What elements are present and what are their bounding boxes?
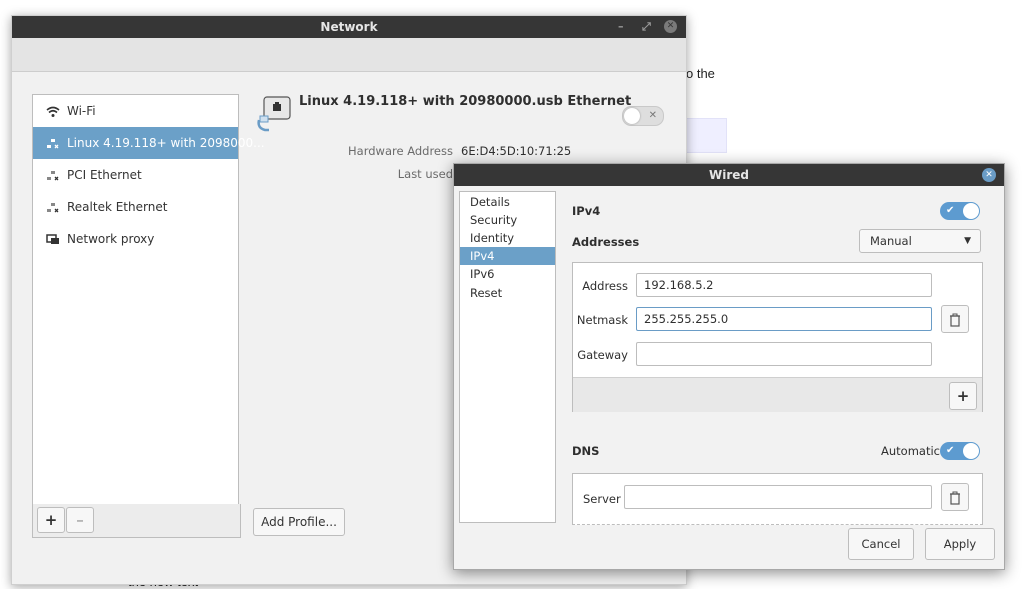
trash-icon [950, 313, 960, 327]
network-proxy-icon [45, 223, 61, 255]
sidebar-item-label: PCI Ethernet [67, 168, 142, 182]
netmask-label: Netmask [576, 313, 628, 327]
ethernet-device-icon [255, 94, 295, 134]
chevron-down-icon: ▼ [964, 236, 971, 246]
toggle-knob [963, 203, 979, 219]
sidebar-item-label: Network proxy [67, 232, 155, 246]
addresses-label: Addresses [572, 235, 640, 249]
window-title: Network [320, 20, 378, 34]
dns-panel: Server [572, 473, 983, 525]
address-label: Address [582, 279, 628, 293]
ipv4-method-dropdown[interactable]: Manual ▼ [859, 229, 981, 253]
tab-ipv6[interactable]: IPv6 [460, 265, 555, 283]
add-profile-button[interactable]: Add Profile... [253, 508, 345, 536]
sidebar-item-linux-ethernet[interactable]: Linux 4.19.118+ with 2098000... [33, 127, 265, 159]
hardware-address-value: 6E:D4:5D:10:71:25 [461, 144, 572, 158]
addresses-footer: + [573, 377, 982, 412]
toggle-knob [624, 108, 640, 124]
sidebar-item-label: Realtek Ethernet [67, 200, 168, 214]
dns-automatic-label: Automatic [881, 444, 940, 458]
wired-titlebar: Wired [454, 164, 1004, 186]
delete-dns-button[interactable] [941, 483, 969, 511]
trash-icon [950, 491, 960, 505]
add-connection-button[interactable]: + [37, 507, 65, 533]
ipv4-toggle[interactable]: ✔ [940, 202, 980, 220]
check-icon: ✔ [946, 445, 955, 456]
delete-address-button[interactable] [941, 305, 969, 333]
minimize-icon[interactable]: – [618, 16, 624, 38]
sidebar-item-label: Wi-Fi [67, 104, 96, 118]
dns-label: DNS [572, 444, 600, 458]
dropdown-value: Manual [870, 234, 912, 248]
sidebar-item-label: Linux 4.19.118+ with 2098000... [67, 136, 265, 150]
hardware-address-label: Hardware Address [348, 144, 453, 158]
close-icon[interactable]: ✕ [982, 168, 996, 182]
cancel-button[interactable]: Cancel [848, 528, 914, 560]
network-titlebar: Network – ⤢ ✕ [12, 16, 686, 38]
apply-button[interactable]: Apply [925, 528, 995, 560]
last-used-label: Last used [397, 167, 453, 181]
maximize-icon[interactable]: ⤢ [642, 16, 651, 38]
connection-title: Linux 4.19.118+ with 20980000.usb Ethern… [299, 94, 632, 109]
network-toolbar [12, 38, 686, 72]
gateway-label: Gateway [577, 348, 628, 362]
dns-server-field[interactable] [624, 485, 932, 509]
gateway-field[interactable] [636, 342, 932, 366]
server-label: Server [583, 492, 621, 506]
sidebar-item-realtek-ethernet[interactable]: Realtek Ethernet [33, 191, 238, 223]
check-icon: ✔ [946, 205, 955, 216]
tab-ipv4[interactable]: IPv4 [460, 247, 555, 265]
tab-identity[interactable]: Identity [460, 229, 555, 247]
address-field[interactable]: 192.168.5.2 [636, 273, 932, 297]
ethernet-icon [45, 127, 61, 159]
ethernet-icon [45, 191, 61, 223]
remove-connection-button[interactable]: – [66, 507, 94, 533]
connection-toggle[interactable]: ✕ [622, 106, 664, 126]
toggle-off-icon: ✕ [648, 110, 657, 121]
sidebar-button-bar: + – [32, 504, 241, 538]
tab-security[interactable]: Security [460, 211, 555, 229]
connection-sidebar: Wi-Fi Linux 4.19.118+ with 2098000... PC… [32, 94, 265, 506]
sidebar-item-pci-ethernet[interactable]: PCI Ethernet [33, 159, 238, 191]
background-text-fragment: o the [686, 66, 715, 81]
background-highlight [686, 118, 727, 153]
wired-dialog: Wired ✕ Details Security Identity IPv4 I… [453, 163, 1005, 570]
tab-reset[interactable]: Reset [460, 284, 555, 302]
settings-tab-list: Details Security Identity IPv4 IPv6 Rese… [459, 191, 556, 523]
ipv4-section-label: IPv4 [572, 204, 601, 218]
sidebar-item-network-proxy[interactable]: Network proxy [33, 223, 238, 255]
wifi-icon [45, 95, 61, 127]
dialog-title: Wired [709, 168, 749, 182]
dns-automatic-toggle[interactable]: ✔ [940, 442, 980, 460]
add-address-button[interactable]: + [949, 382, 977, 410]
sidebar-item-wifi[interactable]: Wi-Fi [33, 95, 238, 127]
tab-details[interactable]: Details [460, 193, 555, 211]
toggle-knob [963, 443, 979, 459]
ethernet-icon [45, 159, 61, 191]
close-icon[interactable]: ✕ [664, 20, 677, 33]
netmask-field[interactable]: 255.255.255.0 [636, 307, 932, 331]
addresses-panel: Address 192.168.5.2 Netmask 255.255.255.… [572, 262, 983, 412]
